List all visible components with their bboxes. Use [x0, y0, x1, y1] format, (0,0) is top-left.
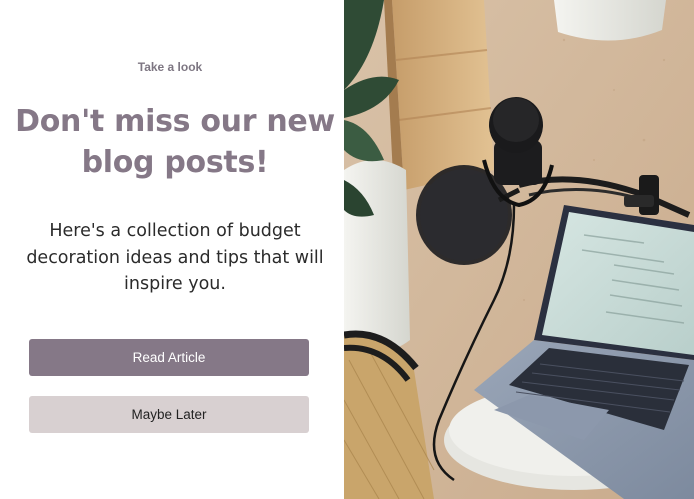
- podcast-setup-photo: [344, 0, 694, 499]
- promo-content-panel: Take a look Don't miss our new blog post…: [0, 0, 344, 499]
- maybe-later-button[interactable]: Maybe Later: [29, 396, 309, 433]
- promo-description: Here's a collection of budget decoration…: [26, 221, 324, 294]
- eyebrow-text: Take a look: [137, 60, 203, 74]
- read-article-button[interactable]: Read Article: [29, 339, 309, 376]
- promo-modal: Take a look Don't miss our new blog post…: [0, 0, 694, 499]
- promo-title: Don't miss our new blog posts!: [15, 104, 335, 180]
- promo-image: [344, 0, 694, 499]
